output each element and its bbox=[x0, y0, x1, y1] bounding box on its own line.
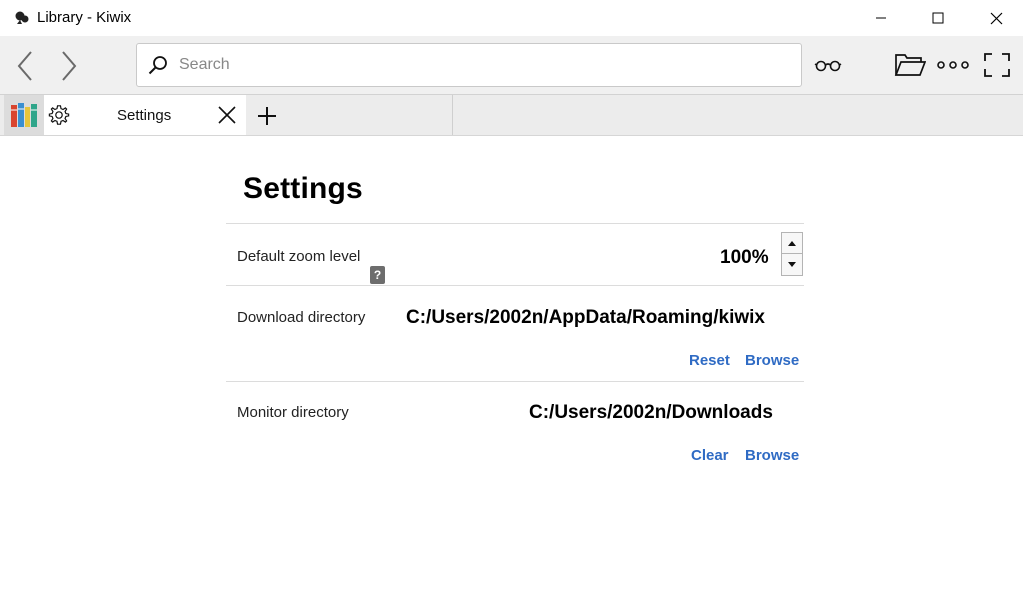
monitor-browse-button[interactable]: Browse bbox=[745, 447, 799, 464]
chevron-left-icon bbox=[17, 51, 32, 81]
divider bbox=[226, 285, 804, 286]
chevron-right-icon bbox=[62, 51, 77, 81]
divider bbox=[226, 223, 804, 224]
divider bbox=[226, 381, 804, 382]
search-input[interactable] bbox=[179, 52, 779, 78]
kiwix-logo-icon bbox=[15, 11, 29, 24]
monitor-directory-value: C:/Users/2002n/Downloads bbox=[529, 402, 773, 423]
triangle-up-icon bbox=[788, 240, 796, 246]
help-icon[interactable]: ? bbox=[370, 266, 385, 284]
close-icon bbox=[990, 12, 1002, 24]
close-tab-icon[interactable] bbox=[216, 104, 238, 126]
maximize-icon bbox=[932, 12, 944, 24]
page-title: Settings bbox=[243, 172, 363, 205]
monitor-clear-button[interactable]: Clear bbox=[691, 447, 729, 464]
zoom-value[interactable]: 100% bbox=[720, 247, 769, 269]
zoom-increase-button[interactable] bbox=[782, 233, 802, 254]
back-button[interactable] bbox=[8, 49, 42, 83]
reading-list-button[interactable] bbox=[808, 46, 848, 84]
search-box[interactable] bbox=[136, 43, 802, 87]
monitor-directory-label: Monitor directory bbox=[237, 404, 349, 421]
maximize-button[interactable] bbox=[909, 0, 967, 36]
gear-icon bbox=[48, 105, 70, 125]
minimize-button[interactable] bbox=[852, 0, 910, 36]
tab-settings-label: Settings bbox=[117, 107, 172, 124]
tab-settings[interactable]: Settings bbox=[44, 95, 246, 135]
download-directory-label: Download directory bbox=[237, 309, 366, 326]
open-file-button[interactable] bbox=[890, 46, 930, 84]
triangle-down-icon bbox=[788, 261, 796, 267]
settings-page: Settings Default zoom level 100% Downloa… bbox=[0, 136, 1023, 614]
download-directory-value: C:/Users/2002n/AppData/Roaming/kiwix bbox=[406, 307, 765, 328]
tab-separator bbox=[452, 95, 453, 135]
more-dots-icon bbox=[937, 61, 969, 69]
zoom-label: Default zoom level bbox=[237, 248, 361, 265]
window-title: Library - Kiwix bbox=[37, 9, 132, 26]
plus-icon[interactable] bbox=[254, 103, 280, 129]
zoom-spinner[interactable] bbox=[781, 232, 803, 276]
toolbar bbox=[0, 36, 1023, 95]
fullscreen-icon bbox=[984, 53, 1010, 77]
title-bar: Library - Kiwix bbox=[0, 0, 1023, 36]
search-icon bbox=[148, 56, 167, 75]
download-reset-button[interactable]: Reset bbox=[689, 352, 730, 369]
forward-button[interactable] bbox=[52, 49, 86, 83]
books-icon bbox=[11, 103, 37, 127]
download-browse-button[interactable]: Browse bbox=[745, 352, 799, 369]
minimize-icon bbox=[876, 17, 886, 19]
fullscreen-button[interactable] bbox=[977, 46, 1017, 84]
more-menu-button[interactable] bbox=[933, 46, 973, 84]
folder-open-icon bbox=[894, 54, 926, 76]
tab-bar: Settings bbox=[0, 95, 1023, 136]
reading-glasses-icon bbox=[814, 60, 842, 72]
close-window-button[interactable] bbox=[967, 0, 1023, 36]
tab-library[interactable] bbox=[4, 95, 45, 135]
zoom-decrease-button[interactable] bbox=[782, 254, 802, 274]
